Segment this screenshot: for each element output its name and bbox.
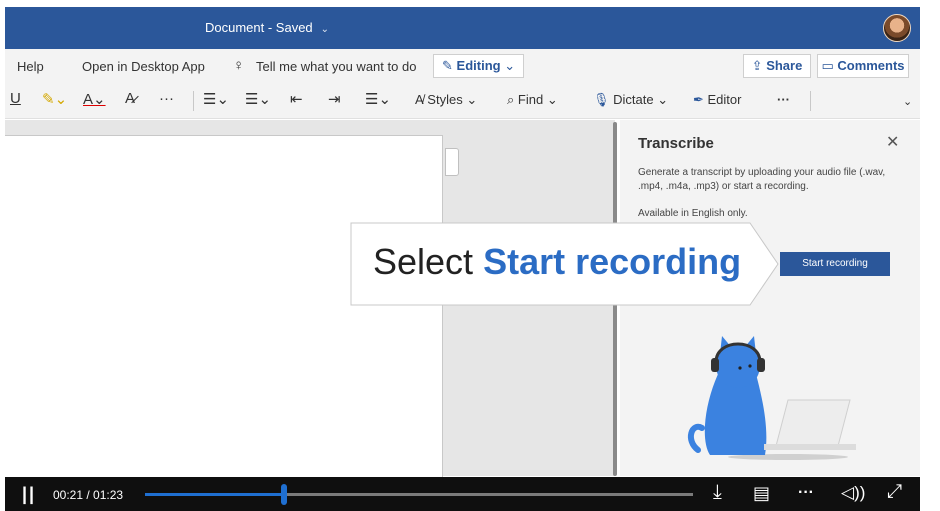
callout-highlight: Start recording xyxy=(483,241,742,282)
more-font-options-icon[interactable]: ··· xyxy=(159,90,174,107)
editor-icon: ✒ xyxy=(693,92,708,107)
dictate-button[interactable]: 🎙 Dictate ⌄ xyxy=(593,92,668,108)
editing-mode-button[interactable]: ✎ Editing ⌄ xyxy=(433,54,525,78)
title-bar: Document - Saved ⌄ xyxy=(5,7,920,49)
captions-icon[interactable]: ▤ xyxy=(753,483,770,504)
pane-availability-note: Available in English only. xyxy=(638,208,748,219)
tell-me-search[interactable]: Tell me what you want to do xyxy=(256,59,416,74)
page-tab-handle xyxy=(445,148,459,176)
chevron-down-icon: ⌄ xyxy=(504,58,516,73)
editor-button[interactable]: ✒ Editor xyxy=(693,92,741,108)
microphone-icon: 🎙 xyxy=(593,92,614,107)
ribbon-menu-bar: Help Open in Desktop App ♀ Tell me what … xyxy=(5,49,920,83)
start-recording-button[interactable]: Start recording xyxy=(780,252,890,276)
underline-icon[interactable]: U xyxy=(10,90,21,107)
avatar[interactable] xyxy=(883,14,911,42)
download-icon[interactable]: ⤓ xyxy=(713,481,722,504)
pane-description: Generate a transcript by uploading your … xyxy=(638,167,886,192)
lightbulb-icon: ♀ xyxy=(233,57,245,74)
toolbar-divider xyxy=(810,91,811,111)
clear-formatting-icon[interactable]: A̷ xyxy=(125,90,135,107)
fullscreen-icon[interactable]: ⤢ xyxy=(887,481,902,503)
find-label: Find xyxy=(517,92,544,107)
search-icon: ⌕ xyxy=(507,92,518,107)
callout-text: Select Start recording xyxy=(373,241,741,283)
highlight-icon[interactable]: ✎⌄ xyxy=(42,90,67,108)
find-button[interactable]: ⌕ Find ⌄ xyxy=(507,92,558,108)
ribbon-toolbar: U ✎⌄ A⌄ A̷ ··· ☰⌄ ☰⌄ ⇤ ⇥ ☰⌄ A̸ Styles ⌄ … xyxy=(5,83,920,119)
menu-open-desktop-app[interactable]: Open in Desktop App xyxy=(82,59,205,74)
pause-button[interactable]: || xyxy=(22,484,36,505)
seek-bar[interactable] xyxy=(145,484,693,505)
document-title-text: Document - Saved xyxy=(205,20,313,35)
comments-label: Comments xyxy=(837,58,905,73)
editing-label: Editing xyxy=(456,58,501,73)
seek-progress xyxy=(145,493,284,496)
expand-ribbon-icon[interactable]: ⌄ xyxy=(903,95,912,108)
align-icon[interactable]: ☰⌄ xyxy=(365,90,391,108)
editor-label: Editor xyxy=(707,92,742,107)
document-page[interactable] xyxy=(5,135,443,480)
video-controls: || 00:21 / 01:23 ⤓ ▤ ··· ◁)) ⤢ xyxy=(5,477,920,511)
chevron-down-icon: ⌄ xyxy=(320,24,330,35)
pencil-icon: ✎ xyxy=(442,58,453,73)
share-icon: ⇪ xyxy=(751,58,763,73)
decrease-indent-icon[interactable]: ⇤ xyxy=(290,90,303,108)
styles-button[interactable]: A̸ Styles ⌄ xyxy=(415,92,477,108)
numbering-icon[interactable]: ☰⌄ xyxy=(245,90,271,108)
seek-thumb[interactable] xyxy=(280,484,287,505)
comments-button[interactable]: ▭ Comments xyxy=(817,54,909,78)
share-button[interactable]: ⇪ Share xyxy=(743,54,811,78)
styles-icon: A̸ xyxy=(415,92,428,107)
volume-icon[interactable]: ◁)) xyxy=(841,483,865,503)
callout-lead: Select xyxy=(373,241,474,282)
font-color-icon[interactable]: A⌄ xyxy=(83,90,106,108)
styles-label: Styles xyxy=(427,92,463,107)
pane-title: Transcribe xyxy=(638,135,714,152)
time-display: 00:21 / 01:23 xyxy=(53,488,124,502)
comment-icon: ▭ xyxy=(821,58,834,73)
toolbar-divider xyxy=(193,91,194,111)
menu-help[interactable]: Help xyxy=(17,59,44,74)
increase-indent-icon[interactable]: ⇥ xyxy=(328,90,341,108)
instruction-callout: Select Start recording xyxy=(350,222,779,306)
bullets-icon[interactable]: ☰⌄ xyxy=(203,90,229,108)
video-frame: Document - Saved ⌄ Help Open in Desktop A… xyxy=(0,0,940,511)
cat-with-headphones-illustration xyxy=(687,336,856,460)
share-label: Share xyxy=(766,58,803,73)
close-icon[interactable]: ✕ xyxy=(886,132,899,152)
more-options-icon[interactable]: ··· xyxy=(798,484,814,502)
more-options-button[interactable]: ··· xyxy=(777,92,790,107)
document-title[interactable]: Document - Saved ⌄ xyxy=(205,20,329,35)
dictate-label: Dictate xyxy=(613,92,654,107)
